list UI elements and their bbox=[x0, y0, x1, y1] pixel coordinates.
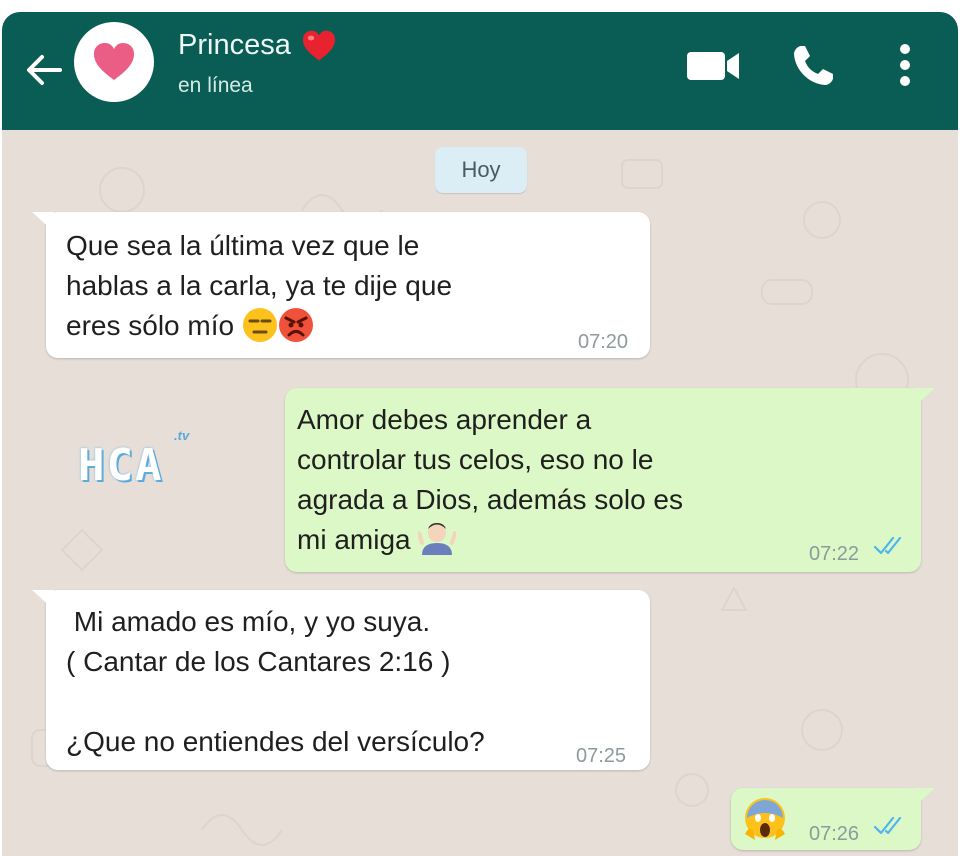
incoming-message[interactable]: Mi amado es mío, y yo suya. ( Cantar de … bbox=[32, 590, 650, 770]
contact-avatar[interactable] bbox=[74, 22, 154, 102]
contact-name-text: Princesa bbox=[178, 29, 291, 61]
phone-icon bbox=[794, 46, 833, 85]
message-list[interactable]: Hoy Que sea la última vez que le hablas … bbox=[2, 130, 958, 856]
angry-face-emoji bbox=[278, 307, 314, 354]
read-receipt-icon bbox=[873, 816, 902, 835]
date-divider: Hoy bbox=[435, 147, 527, 193]
more-options-button[interactable] bbox=[890, 40, 920, 92]
message-time: 07:25 bbox=[576, 745, 627, 767]
read-receipt-icon bbox=[873, 536, 902, 555]
contact-status: en línea bbox=[178, 74, 253, 97]
expressionless-face-emoji bbox=[242, 307, 278, 354]
arrow-left-icon bbox=[27, 55, 62, 85]
message-time: 07:22 bbox=[809, 543, 860, 565]
chat-screen: Princesa en línea Hoy Que sea la última … bbox=[2, 12, 958, 856]
bubble-tail bbox=[913, 388, 935, 408]
bubble-tail bbox=[913, 788, 935, 808]
chat-header: Princesa en línea bbox=[2, 12, 958, 130]
more-vertical-icon bbox=[900, 44, 910, 86]
video-call-button[interactable] bbox=[685, 48, 743, 84]
incoming-message[interactable]: Que sea la última vez que le hablas a la… bbox=[32, 212, 650, 358]
message-text: Amor debes aprender a controlar tus celo… bbox=[297, 400, 683, 568]
person-shrugging-emoji bbox=[417, 521, 458, 568]
outgoing-message[interactable]: Amor debes aprender a controlar tus celo… bbox=[285, 388, 935, 572]
bubble-tail bbox=[32, 590, 54, 610]
message-text: Que sea la última vez que le hablas a la… bbox=[66, 226, 452, 354]
heart-icon bbox=[94, 43, 134, 80]
outgoing-message[interactable]: 07:26 bbox=[731, 788, 935, 853]
message-time: 07:20 bbox=[578, 331, 629, 353]
message-text: Mi amado es mío, y yo suya. ( Cantar de … bbox=[66, 606, 485, 757]
message-time: 07:26 bbox=[809, 823, 860, 845]
red-heart-icon bbox=[302, 30, 335, 60]
video-camera-icon bbox=[687, 52, 739, 80]
bubble-tail bbox=[32, 212, 54, 232]
watermark-logo: .tv HCA bbox=[78, 428, 190, 491]
back-button[interactable] bbox=[24, 52, 64, 88]
voice-call-button[interactable] bbox=[789, 42, 837, 90]
contact-name[interactable]: Princesa bbox=[178, 29, 337, 62]
face-screaming-in-fear-emoji bbox=[743, 796, 787, 853]
